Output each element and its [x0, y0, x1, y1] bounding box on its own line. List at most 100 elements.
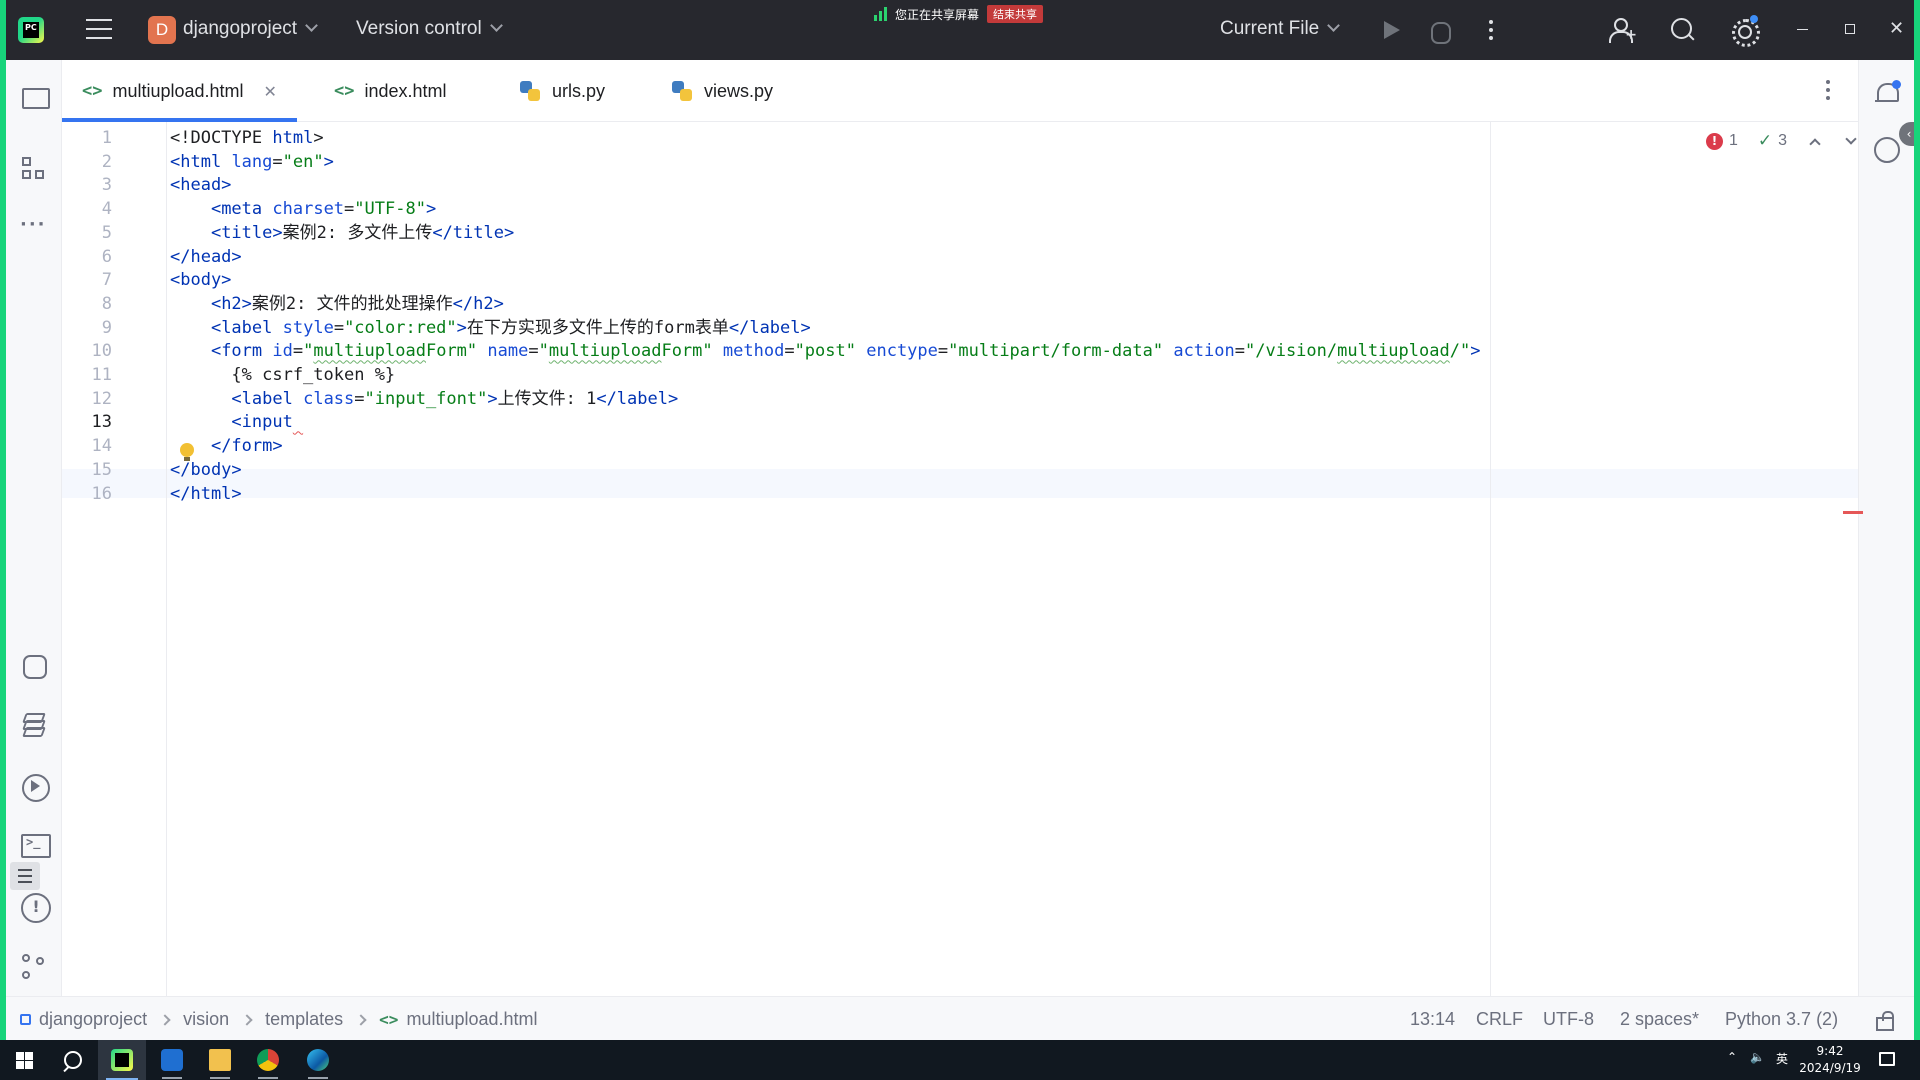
title-bar: PC D djangoproject Version control 您正在共享…: [6, 0, 1914, 60]
error-count: 1: [1729, 132, 1738, 149]
read-only-lock-icon[interactable]: [1875, 1011, 1894, 1031]
ide-window: PC D djangoproject Version control 您正在共享…: [6, 0, 1914, 1040]
line-number: 16: [91, 483, 112, 504]
settings-gear-icon[interactable]: [1728, 15, 1760, 47]
stop-sharing-button[interactable]: 结束共享: [987, 5, 1044, 23]
screen-share-indicator: 您正在共享屏幕 结束共享: [874, 3, 1044, 25]
chevron-right-icon: [241, 1013, 253, 1026]
inspection-widget[interactable]: ! 1 ✓ 3: [1706, 131, 1857, 151]
windows-taskbar: ⌃ 🔈 英 9:42 2024/9/19: [0, 1040, 1920, 1080]
more-actions-icon[interactable]: [1476, 15, 1506, 45]
chevron-down-icon: [1327, 19, 1341, 32]
tab-label: multiupload.html: [112, 80, 244, 101]
share-border-right: [1914, 0, 1920, 1080]
close-window-button[interactable]: ✕: [1889, 18, 1904, 39]
ai-assistant-icon[interactable]: [1874, 137, 1900, 163]
code-text: </html>: [170, 483, 242, 504]
breadcrumb-file[interactable]: multiupload.html: [406, 1009, 537, 1030]
tab-multiupload-html[interactable]: <> multiupload.html ✕: [62, 60, 297, 122]
taskbar-photos-icon[interactable]: [148, 1040, 196, 1080]
breadcrumb-folder-templates[interactable]: templates: [265, 1009, 343, 1030]
project-folder-icon[interactable]: [20, 82, 50, 110]
weak-warning-count: 3: [1778, 132, 1788, 149]
ime-indicator[interactable]: 英: [1776, 1050, 1788, 1067]
code-editor[interactable]: 1 <!DOCTYPE html> 2 <html lang="en"> 3 <head>…: [62, 122, 1863, 996]
weak-warning-icon: ✓: [1757, 131, 1773, 151]
code-with-me-icon[interactable]: +: [1607, 15, 1637, 45]
tab-label: views.py: [704, 80, 774, 101]
python-packages-icon[interactable]: [20, 710, 48, 738]
debug-icon[interactable]: [1424, 15, 1454, 45]
project-badge[interactable]: D: [148, 16, 176, 44]
breadcrumb-folder-vision[interactable]: vision: [183, 1009, 229, 1030]
code-line[interactable]: 16 </html>: [62, 480, 1858, 509]
taskbar-pycharm-icon[interactable]: [98, 1040, 146, 1080]
html-file-icon: <>: [334, 81, 355, 101]
windows-start-icon[interactable]: [0, 1040, 48, 1080]
chevron-down-icon: [305, 19, 318, 32]
python-console-icon[interactable]: [20, 652, 48, 680]
breadcrumb: djangoproject vision templates <> multiu…: [20, 1009, 538, 1030]
taskbar-file-explorer-icon[interactable]: [196, 1040, 244, 1080]
indent-setting[interactable]: 2 spaces*: [1620, 1009, 1699, 1030]
services-icon[interactable]: [20, 772, 50, 802]
collapse-arrow-icon[interactable]: ‹: [1899, 122, 1914, 146]
tray-expand-icon[interactable]: ⌃: [1727, 1050, 1737, 1064]
clock-time: 9:42: [1816, 1044, 1844, 1058]
file-encoding[interactable]: UTF-8: [1543, 1009, 1594, 1030]
project-module-icon: [20, 1014, 31, 1025]
close-tab-icon[interactable]: ✕: [264, 82, 277, 101]
taskbar-search-icon[interactable]: [48, 1040, 96, 1080]
logo-text: PC: [23, 22, 39, 38]
volume-icon[interactable]: 🔈: [1750, 1050, 1765, 1064]
error-stripe-marker[interactable]: [1843, 511, 1863, 514]
restore-window-button[interactable]: [1845, 24, 1855, 34]
next-problem-icon[interactable]: [1845, 133, 1857, 145]
python-interpreter[interactable]: Python 3.7 (2): [1725, 1009, 1838, 1030]
taskbar-edge-icon[interactable]: [294, 1040, 342, 1080]
tab-views-py[interactable]: views.py: [672, 60, 773, 122]
python-file-icon: [672, 81, 692, 101]
tab-index-html[interactable]: <> index.html: [334, 60, 447, 122]
status-bar: djangoproject vision templates <> multiu…: [6, 996, 1914, 1040]
tab-options-icon[interactable]: [1826, 80, 1832, 102]
pycharm-logo-icon[interactable]: PC: [18, 17, 44, 43]
intention-bulb-icon[interactable]: [180, 443, 194, 463]
chevron-down-icon: [489, 19, 503, 32]
html-file-icon: <>: [82, 81, 103, 101]
left-tool-strip: ···: [6, 60, 62, 996]
git-branch-icon[interactable]: [20, 953, 48, 981]
terminal-icon[interactable]: [20, 830, 51, 858]
project-selector[interactable]: djangoproject: [183, 18, 318, 40]
todo-list-icon[interactable]: [10, 862, 40, 890]
system-clock[interactable]: 9:42 2024/9/19: [1795, 1043, 1865, 1077]
action-center-icon[interactable]: [1879, 1052, 1895, 1066]
clock-date: 2024/9/19: [1799, 1061, 1861, 1075]
more-tools-icon[interactable]: ···: [20, 214, 48, 242]
previous-problem-icon[interactable]: [1809, 138, 1821, 150]
version-control-label: Version control: [356, 18, 482, 39]
tab-label: urls.py: [552, 80, 606, 101]
problems-icon[interactable]: [20, 892, 51, 923]
chevron-right-icon: [355, 1013, 367, 1026]
taskbar-chrome-icon[interactable]: [244, 1040, 292, 1080]
notifications-bell-icon[interactable]: [1875, 80, 1901, 106]
run-config-selector[interactable]: Current File: [1220, 18, 1341, 40]
caret-position[interactable]: 13:14: [1410, 1009, 1455, 1030]
project-name: djangoproject: [183, 18, 298, 39]
search-icon[interactable]: [1668, 15, 1698, 45]
error-icon: !: [1706, 132, 1723, 150]
breadcrumb-project[interactable]: djangoproject: [39, 1009, 147, 1030]
tab-label: index.html: [364, 80, 447, 101]
signal-bars-icon: [874, 7, 887, 21]
structure-icon[interactable]: [20, 155, 48, 183]
tab-urls-py[interactable]: urls.py: [520, 60, 605, 122]
line-separator[interactable]: CRLF: [1476, 1009, 1523, 1030]
run-config-label: Current File: [1220, 18, 1320, 39]
main-menu-icon[interactable]: [86, 19, 112, 41]
run-icon[interactable]: [1376, 15, 1406, 45]
version-control-menu[interactable]: Version control: [356, 18, 503, 40]
screen-share-status: 您正在共享屏幕: [895, 7, 980, 22]
chevron-right-icon: [159, 1013, 171, 1026]
minimize-window-button[interactable]: [1797, 29, 1808, 30]
